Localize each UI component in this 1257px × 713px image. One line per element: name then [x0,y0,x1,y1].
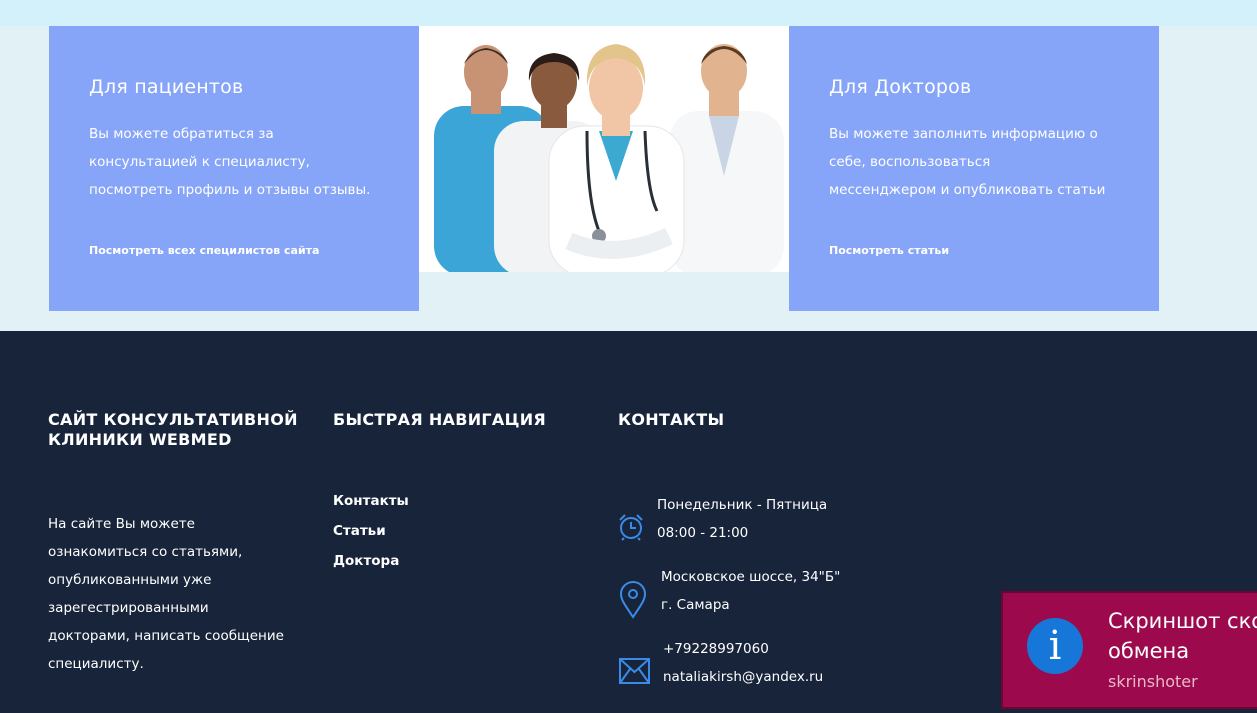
about-text: На сайте Вы можете ознакомиться со стать… [48,516,284,672]
patients-card: Для пациентов Вы можете обратиться за ко… [49,26,419,311]
patients-title: Для пациентов [89,76,244,98]
all-specialists-link[interactable]: Посмотреть всех специлистов сайта [89,244,319,257]
working-hours: Понедельник - Пятница 08:00 - 21:00 [657,497,828,541]
map-pin-icon [619,581,647,619]
doctors-card: Для Докторов Вы можете заполнить информа… [789,26,1159,311]
nav-link-doctors[interactable]: Доктора [333,553,399,569]
phone-link[interactable]: +79228997060 [663,641,769,657]
envelope-icon [619,658,650,684]
patients-description: Вы можете обратиться за консультацией к … [89,126,371,198]
toast-message: Скриншот скоп обмена [1108,609,1257,663]
about-title: САЙТ КОНСУЛЬТАТИВНОЙ КЛИНИКИ WEBMED [48,410,298,449]
nav-link-articles[interactable]: Статьи [333,523,386,539]
email-link[interactable]: nataliakirsh@yandex.ru [663,669,823,685]
screenshot-toast[interactable]: i Скриншот скоп обмена skrinshoter [1001,591,1257,709]
articles-link[interactable]: Посмотреть статьи [829,244,949,257]
alarm-clock-icon [619,514,643,541]
address: Московское шоссе, 34"Б" г. Самара [661,569,841,613]
doctors-description: Вы можете заполнить информацию о себе, в… [829,126,1106,198]
doctors-title: Для Докторов [829,76,972,98]
doctors-photo [419,26,789,272]
info-icon: i [1027,618,1083,674]
toast-app-name: skrinshoter [1108,672,1198,691]
nav-title: БЫСТРАЯ НАВИГАЦИЯ [333,410,547,429]
phone-email: +79228997060 nataliakirsh@yandex.ru [663,635,823,691]
doctors-illustration [434,44,784,272]
contacts-title: КОНТАКТЫ [618,410,725,429]
nav-link-contacts[interactable]: Контакты [333,493,409,509]
top-strip [0,0,1257,26]
